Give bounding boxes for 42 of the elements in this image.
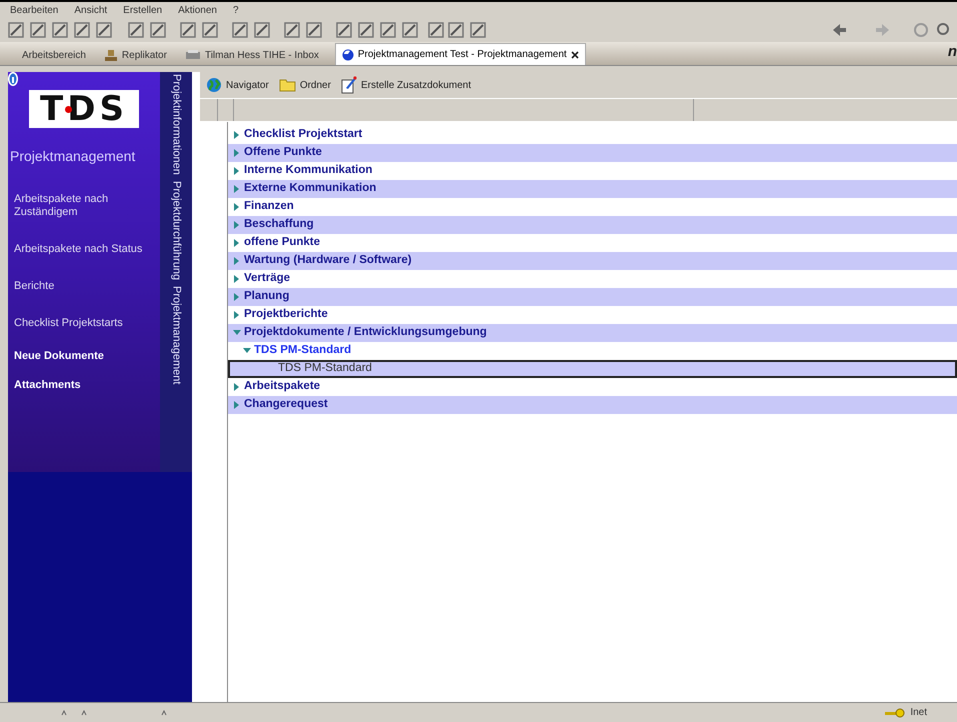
globe-icon [206, 77, 222, 93]
workspace-tab[interactable]: Tilman Hess TIHE - Inbox [182, 45, 321, 65]
category-row[interactable]: Planung [228, 288, 957, 306]
category-row[interactable]: Changerequest [228, 396, 957, 414]
vertical-tab[interactable]: Projektdurchführung [168, 180, 184, 280]
workspace-tab[interactable]: Arbeitsbereich [20, 45, 88, 65]
folder-icon [278, 78, 296, 92]
tray-icon [184, 50, 201, 60]
category-row[interactable]: Externe Kommunikation [228, 180, 957, 198]
menu-item[interactable]: ? [233, 2, 239, 18]
info-icon [8, 72, 18, 86]
action-button[interactable]: Erstelle Zusatzdokument [340, 76, 471, 94]
sidebar-link[interactable]: Attachments [14, 379, 154, 392]
category-row[interactable]: Wartung (Hardware / Software) [228, 252, 957, 270]
sidebar-link[interactable]: Checklist Projektstarts [14, 317, 154, 330]
menu-item[interactable]: Bearbeiten [10, 2, 58, 18]
vertical-tab[interactable]: Projektinformationen [168, 74, 184, 175]
sidebar-link[interactable]: Berichte [14, 280, 154, 293]
action-button[interactable]: Navigator [206, 77, 269, 93]
menu-item[interactable]: Erstellen [123, 2, 162, 18]
logo: TDS [29, 90, 139, 128]
category-row[interactable]: Offene Punkte [228, 144, 957, 162]
globe-icon [342, 48, 354, 60]
brand-mark: n [948, 42, 957, 62]
category-row[interactable]: Beschaffung [228, 216, 957, 234]
workspace-tab[interactable]: Replikator [102, 45, 169, 65]
menu-item[interactable]: Ansicht [74, 2, 108, 18]
location-label[interactable]: Inet [910, 705, 927, 720]
close-icon[interactable] [570, 50, 579, 58]
key-icon [884, 708, 906, 718]
action-button[interactable]: Ordner [278, 78, 331, 92]
vertical-tab[interactable]: Projektmanagement [168, 286, 184, 384]
category-row[interactable]: Projektdokumente / Entwicklungsumgebung [228, 324, 957, 342]
desk-icon [104, 48, 118, 62]
sidebar-link[interactable]: Arbeitspakete nach Status [14, 243, 154, 256]
workspace-tab[interactable]: Projektmanagement Test - Projektmanagement [334, 43, 586, 65]
menu-item[interactable]: Aktionen [178, 2, 217, 18]
sidebar-link[interactable]: Neue Dokumente [14, 350, 154, 363]
document-pen-icon [340, 76, 357, 94]
document-row[interactable]: TDS PM-Standard [228, 360, 957, 378]
sidebar-link[interactable]: Arbeitspakete nach Zuständigem [14, 193, 154, 219]
sidebar-title: Projektmanagement [10, 147, 136, 166]
